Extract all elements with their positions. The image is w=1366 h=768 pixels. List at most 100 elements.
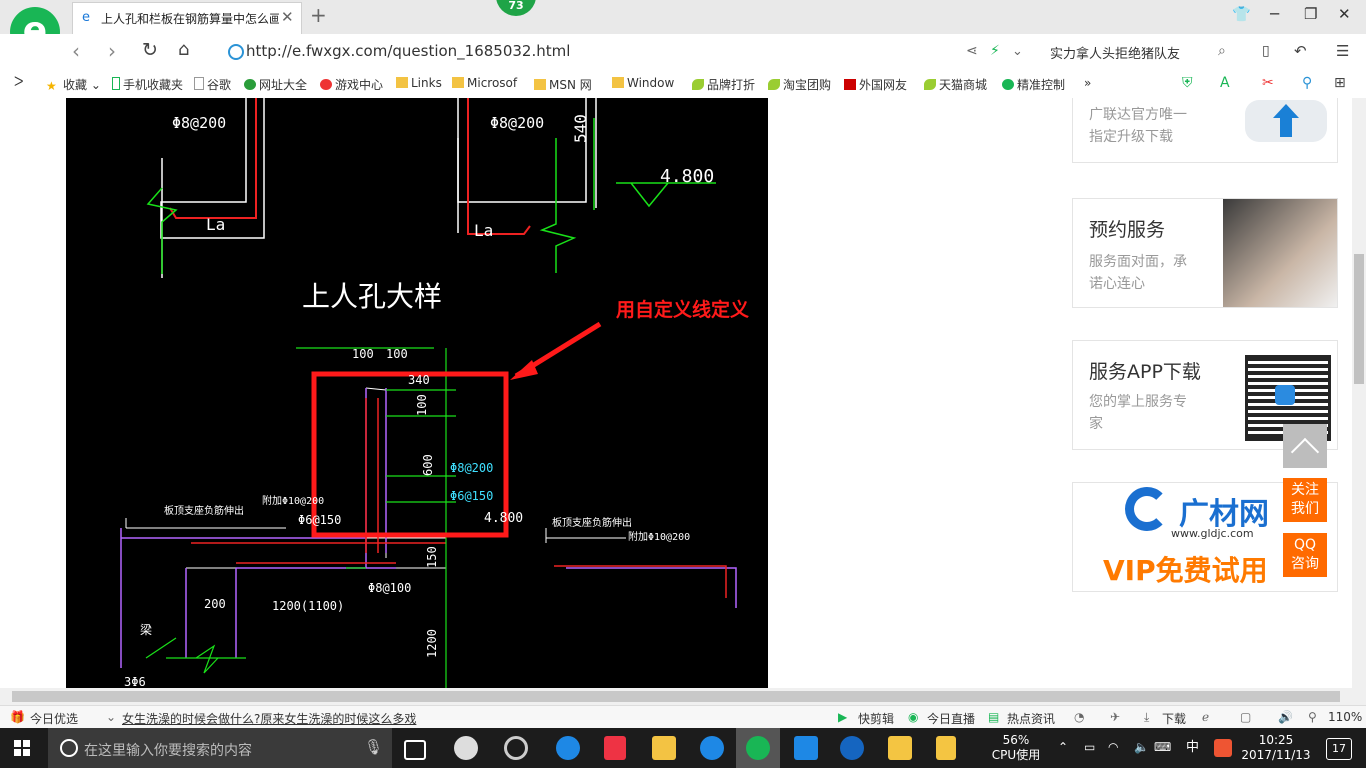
hot-news-link[interactable]: 热点资讯	[1007, 710, 1055, 727]
label-la-a: La	[206, 215, 225, 234]
zoom-icon[interactable]: ⚲	[1308, 710, 1317, 724]
search-input[interactable]: 实力拿人头拒绝猪队友	[1050, 43, 1180, 62]
today-picks[interactable]: 今日优选	[30, 710, 78, 727]
bookmark-nav[interactable]: 网址大全	[244, 76, 307, 93]
vertical-scroll-thumb[interactable]	[1354, 254, 1364, 384]
ad-slogan: VIP免费试用	[1103, 554, 1268, 587]
360-browser-icon	[746, 736, 770, 760]
bookmark-microsoft[interactable]: Microsof	[452, 76, 517, 90]
dim-340: 340	[408, 373, 430, 387]
bookmark-mobile[interactable]: 手机收藏夹	[112, 76, 183, 93]
more-bookmarks-icon[interactable]: »	[1084, 76, 1091, 90]
wifi-icon[interactable]: ◠	[1108, 740, 1118, 755]
microphone-icon[interactable]: 🎙	[364, 738, 383, 756]
bookmark-favorites[interactable]: ★ 收藏 ⌄	[46, 76, 101, 93]
help-app-icon[interactable]	[936, 736, 956, 760]
url-input[interactable]: http://e.fwxgx.com/question_1685032.html	[246, 42, 570, 60]
sidebar-toggle-icon[interactable]: ᐳ	[14, 75, 23, 90]
appointment-card[interactable]: 预约服务 服务面对面，承 诺心连心	[1072, 198, 1338, 308]
vertical-scrollbar[interactable]	[1352, 98, 1366, 688]
forward-icon[interactable]: ›	[108, 39, 116, 63]
phone-icon[interactable]: ▯	[1262, 43, 1270, 59]
sogou-ime-icon[interactable]	[1214, 739, 1232, 757]
taskbar-active-360-browser[interactable]	[736, 728, 780, 768]
dim-100-a: 100	[352, 347, 374, 361]
news-headline[interactable]: 女生洗澡的时候会做什么?原来女生洗澡的时候这么多戏	[122, 710, 416, 727]
g-app-icon[interactable]	[840, 736, 864, 760]
glodon-app-icon[interactable]	[794, 736, 818, 760]
clock[interactable]: 10:25 2017/11/13	[1240, 733, 1312, 763]
back-to-top-button[interactable]	[1283, 424, 1327, 468]
cut-icon[interactable]: ✂	[1262, 75, 1274, 91]
fan-app-icon[interactable]	[454, 736, 478, 760]
quick-cut-link[interactable]: 快剪辑	[858, 710, 894, 727]
volume-icon[interactable]: 🔈	[1134, 740, 1149, 755]
speed-badge[interactable]: 73	[496, 0, 536, 16]
bookmark-msn[interactable]: MSN 网	[534, 76, 592, 93]
edge-icon[interactable]	[556, 736, 580, 760]
horizontal-scroll-thumb[interactable]	[12, 691, 1340, 702]
battery-icon[interactable]: ▭	[1084, 740, 1095, 755]
handshake-image	[1223, 199, 1337, 307]
apps-icon[interactable]: ⊞	[1334, 75, 1346, 91]
bookmark-games[interactable]: 游戏中心	[320, 76, 383, 93]
download-card[interactable]: 广联达官方唯一 指定升级下载	[1072, 98, 1338, 163]
notes-app-icon[interactable]	[888, 736, 912, 760]
bookmark-precise[interactable]: 精准控制	[1002, 76, 1065, 93]
bookmark-windows[interactable]: Window	[612, 76, 674, 90]
explorer-icon[interactable]	[652, 736, 676, 760]
bookmark-tmall[interactable]: 天猫商城	[924, 76, 987, 93]
store-icon[interactable]	[604, 736, 626, 760]
cpu-meter[interactable]: 56% CPU使用	[990, 733, 1042, 763]
bookmark-bar: ᐳ ★ 收藏 ⌄ 手机收藏夹 谷歌 网址大全 游戏中心 Links Microso…	[0, 68, 1366, 99]
notifications-button[interactable]: 17	[1326, 738, 1352, 760]
bolt-icon[interactable]: ⚡	[990, 43, 1000, 59]
taskbar-search-box[interactable]: 在这里输入你要搜索的内容 🎙	[48, 728, 392, 768]
bookmark-links[interactable]: Links	[396, 76, 442, 90]
zoom-level[interactable]: 110%	[1328, 710, 1362, 724]
ie-mode-icon[interactable]: ℯ	[1202, 710, 1209, 724]
translate-icon[interactable]: A	[1220, 75, 1230, 91]
window-icon[interactable]: ▢	[1240, 710, 1251, 724]
follow-us-button[interactable]: 关注我们	[1283, 478, 1327, 522]
tray-expand-icon[interactable]: ⌃	[1058, 740, 1068, 755]
bookmark-brand[interactable]: 品牌打折	[692, 76, 755, 93]
back-icon[interactable]: ‹	[72, 39, 80, 63]
pin-icon[interactable]: ✈	[1110, 710, 1120, 724]
search-icon[interactable]: ⌕	[1218, 43, 1226, 59]
keyboard-icon[interactable]: ⌨	[1154, 740, 1171, 755]
shield-icon[interactable]: ⛨	[1182, 75, 1193, 91]
dim-1200-v: 1200	[425, 629, 439, 658]
live-link[interactable]: 今日直播	[927, 710, 975, 727]
new-tab-button[interactable]: +	[310, 3, 327, 27]
chat-app-icon[interactable]	[504, 736, 528, 760]
ime-indicator[interactable]: 中	[1186, 740, 1199, 755]
undo-icon[interactable]: ↶	[1294, 42, 1307, 60]
sound-icon[interactable]: 🔊	[1278, 710, 1293, 724]
ie-icon[interactable]	[700, 736, 724, 760]
label-4800-top: 4.800	[660, 166, 714, 187]
tab-title: 上人孔和栏板在钢筋算量中怎么画	[101, 12, 279, 26]
windows-start-icon[interactable]	[14, 740, 30, 756]
download-link[interactable]: 下载	[1162, 710, 1186, 727]
qq-consult-button[interactable]: QQ咨询	[1283, 533, 1327, 577]
home-icon[interactable]: ⌂	[178, 39, 189, 60]
chevron-down-icon[interactable]: ⌄	[1012, 44, 1023, 59]
skin-icon[interactable]: 👕	[1232, 5, 1251, 23]
close-window-button[interactable]: ✕	[1338, 5, 1351, 23]
browser-tab[interactable]: e 上人孔和栏板在钢筋算量中怎么画 ✕	[72, 2, 302, 35]
news-expand-icon[interactable]: ⌄	[106, 710, 116, 724]
magnifier-icon[interactable]: ⚲	[1302, 75, 1312, 91]
menu-icon[interactable]: ☰	[1336, 42, 1349, 60]
task-view-icon[interactable]	[404, 740, 426, 760]
horizontal-scrollbar[interactable]	[0, 688, 1366, 705]
share-icon[interactable]: ⋖	[966, 43, 978, 59]
speed-icon[interactable]: ◔	[1074, 710, 1084, 724]
refresh-icon[interactable]: ↻	[142, 39, 158, 61]
minimize-button[interactable]: ─	[1270, 5, 1279, 23]
close-tab-icon[interactable]: ✕	[281, 8, 294, 26]
bookmark-foreign[interactable]: 外国网友	[844, 76, 907, 93]
bookmark-taobao[interactable]: 淘宝团购	[768, 76, 831, 93]
restore-button[interactable]: ❐	[1304, 5, 1317, 23]
bookmark-google[interactable]: 谷歌	[194, 76, 231, 93]
